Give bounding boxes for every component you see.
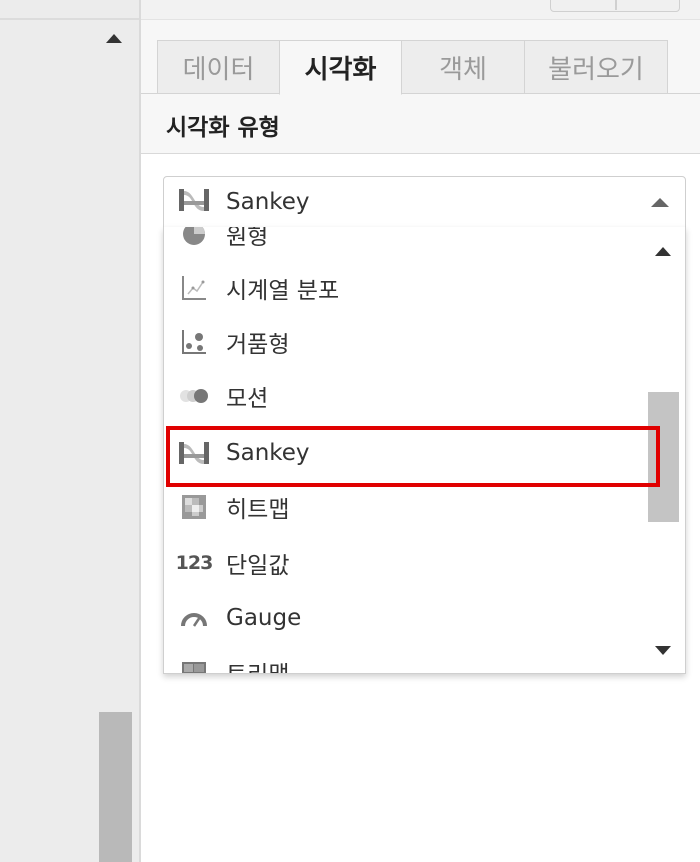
option-label: 시계열 분포 bbox=[226, 278, 340, 304]
option-sankey[interactable]: Sankey bbox=[164, 426, 644, 480]
option-label: 모션 bbox=[226, 386, 269, 412]
dropdown-scroll-down-icon[interactable] bbox=[655, 646, 671, 655]
heatmap-icon bbox=[178, 493, 210, 521]
option-heatmap[interactable]: 히트맵 bbox=[164, 480, 644, 534]
sankey-icon bbox=[178, 187, 210, 217]
option-label: 트리맵 bbox=[226, 655, 289, 673]
option-timeseries-distribution[interactable]: 시계열 분포 bbox=[164, 261, 644, 315]
tab-data[interactable]: 데이터 bbox=[157, 40, 280, 94]
option-label: Sankey bbox=[226, 440, 310, 466]
bubble-icon bbox=[178, 328, 210, 356]
select-value: Sankey bbox=[226, 189, 310, 215]
single-value-icon: 123 bbox=[175, 552, 214, 574]
option-single-value[interactable]: 123 단일값 bbox=[164, 536, 644, 590]
tab-visualization[interactable]: 시각화 bbox=[279, 40, 402, 95]
screen: 데이터 시각화 객체 불러오기 시각화 유형 Sankey 원형 시계열 분포 … bbox=[0, 0, 700, 862]
option-treemap[interactable]: 트리맵 bbox=[164, 645, 644, 673]
motion-icon bbox=[178, 382, 210, 410]
tab-import[interactable]: 불러오기 bbox=[524, 40, 668, 94]
caret-up-icon[interactable] bbox=[651, 198, 669, 207]
visualization-type-dropdown: 원형 시계열 분포 거품형 모션 Sankey 히트맵 123 단일값 Gaug… bbox=[163, 227, 686, 674]
option-pie[interactable]: 원형 bbox=[164, 227, 644, 261]
option-label: 단일값 bbox=[226, 553, 290, 579]
sankey-icon bbox=[178, 439, 210, 467]
left-scroll-up-arrow-icon[interactable] bbox=[106, 34, 122, 43]
option-label: 히트맵 bbox=[226, 497, 290, 523]
option-bubble[interactable]: 거품형 bbox=[164, 315, 644, 369]
tab-object[interactable]: 객체 bbox=[401, 40, 525, 94]
toolbar-button-separator bbox=[615, 0, 617, 10]
option-motion[interactable]: 모션 bbox=[164, 369, 644, 423]
section-title: 시각화 유형 bbox=[166, 115, 280, 141]
option-label: 원형 bbox=[226, 227, 269, 250]
pie-icon bbox=[178, 227, 210, 248]
left-panel-top-border bbox=[0, 18, 140, 20]
dropdown-scrollbar-thumb[interactable] bbox=[648, 392, 679, 522]
dropdown-scroll-up-icon[interactable] bbox=[655, 247, 671, 256]
left-scrollbar-thumb[interactable] bbox=[99, 712, 132, 862]
gauge-icon bbox=[178, 604, 210, 632]
timeseries-distribution-icon bbox=[178, 274, 210, 302]
treemap-icon bbox=[178, 658, 210, 673]
option-label: 거품형 bbox=[226, 332, 290, 358]
option-gauge[interactable]: Gauge bbox=[164, 591, 644, 645]
option-label: Gauge bbox=[226, 605, 302, 631]
visualization-type-select[interactable]: Sankey bbox=[163, 176, 686, 228]
